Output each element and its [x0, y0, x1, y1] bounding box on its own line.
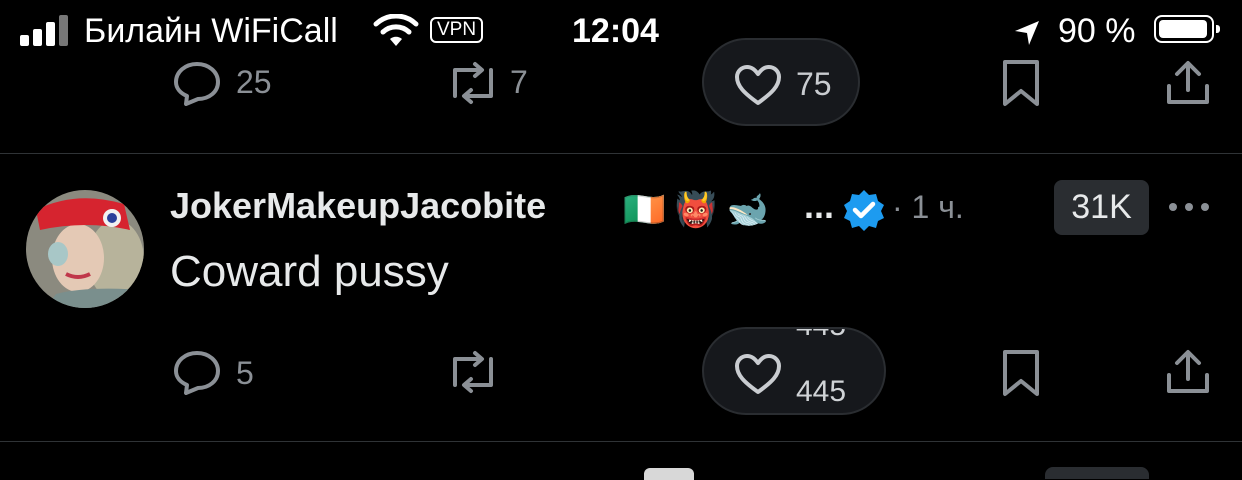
more-options-icon[interactable]	[1166, 197, 1212, 217]
like-button[interactable]: 445 445	[702, 327, 886, 415]
like-count-rolling-out: 445	[796, 329, 846, 343]
vpn-badge: VPN	[430, 17, 484, 43]
verified-badge-icon	[844, 190, 884, 231]
like-count: 75	[796, 66, 832, 102]
tweet-text: Coward pussy	[170, 247, 449, 296]
location-arrow-icon	[1015, 21, 1039, 45]
battery-percent: 90 %	[1058, 12, 1136, 50]
bookmark-icon[interactable]	[1000, 58, 1042, 108]
next-tweet-badge-peek	[1045, 467, 1149, 479]
tweet-timestamp[interactable]: · 1 ч.	[892, 189, 964, 226]
retweet-count: 7	[510, 64, 528, 100]
battery-icon	[1154, 15, 1220, 43]
like-button[interactable]: 75	[702, 38, 860, 126]
author-emojis: 🇮🇪 👹 🐋	[623, 191, 769, 229]
carrier-label: Билайн WiFiCall	[84, 12, 338, 50]
reply-count: 25	[236, 64, 272, 100]
share-icon[interactable]	[1164, 347, 1212, 397]
avatar[interactable]	[26, 190, 144, 308]
clock: 12:04	[572, 12, 659, 50]
like-count-rolling-in: 445	[796, 375, 847, 408]
tweet-divider	[0, 441, 1242, 442]
cell-signal-icon	[20, 14, 72, 46]
retweet-icon[interactable]	[445, 60, 501, 106]
reply-count: 5	[236, 355, 254, 391]
name-ellipsis: ...	[804, 185, 835, 226]
heart-icon	[735, 65, 781, 105]
next-tweet-peek	[644, 468, 694, 480]
bookmark-icon[interactable]	[1000, 348, 1042, 398]
retweet-icon[interactable]	[445, 349, 501, 395]
wifi-icon	[373, 14, 419, 46]
tweet-divider	[0, 153, 1242, 154]
reply-icon[interactable]	[172, 349, 222, 395]
heart-icon	[735, 354, 781, 394]
author-name[interactable]: JokerMakeupJacobite	[170, 185, 546, 227]
share-icon[interactable]	[1164, 58, 1212, 108]
views-badge: 31K	[1054, 180, 1149, 235]
reply-icon[interactable]	[172, 60, 222, 106]
